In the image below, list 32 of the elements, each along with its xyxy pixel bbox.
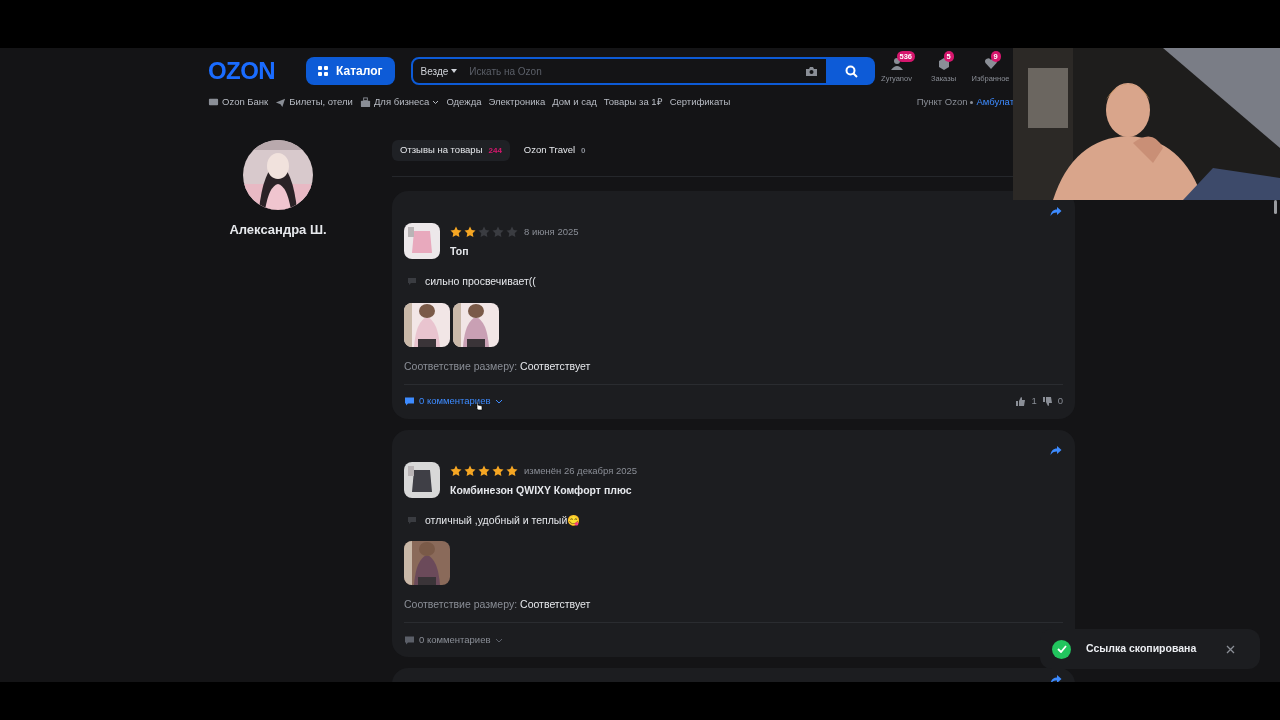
review-text: сильно просвечивает(( (425, 274, 536, 289)
catalog-button[interactable]: Каталог (306, 57, 395, 85)
search-field[interactable]: Везде Искать на Ozon (410, 57, 828, 85)
like-count: 1 (1031, 394, 1037, 409)
profile-name: Александра Ш. (229, 221, 327, 239)
nav-link[interactable]: Электроника (488, 94, 546, 110)
review-date: 8 июня 2025 (524, 225, 579, 239)
nav-link[interactable]: Сертификаты (669, 94, 731, 110)
toast-message: Ссылка скопирована (1086, 641, 1197, 657)
nav-link[interactable]: Товары за 1₽ (603, 94, 663, 110)
nav-link[interactable]: Ozon Банк (208, 94, 269, 110)
ozon-logo[interactable]: OZON (208, 59, 290, 83)
comments-toggle[interactable]: 0 комментариев (404, 632, 503, 648)
scope-dropdown[interactable]: Везде (420, 63, 458, 79)
review-tab[interactable]: Ozon Travel 0 (515, 140, 594, 161)
size-fit-label: Соответствие размеру: (404, 597, 518, 613)
size-fit-value: Соответствует (520, 597, 591, 613)
size-fit-value: Соответствует (520, 358, 591, 374)
pickup-label: Пункт Ozon (916, 94, 968, 109)
product-name: Комбинезон QWIXY Комфорт плюс (450, 482, 633, 498)
product-name: Топ (450, 244, 470, 260)
review-date: изменён 26 декабря 2025 (524, 463, 638, 478)
pickup-address-link[interactable]: Амбулат (976, 94, 1014, 110)
review-text: отличный ,удобный и теплый😋 (425, 512, 581, 528)
size-fit-label: Соответствие размеру: (404, 358, 518, 374)
review-tab[interactable]: Отзывы на товары 244 (392, 140, 510, 161)
nav-link[interactable]: Одежда (446, 94, 482, 110)
nav-link[interactable]: Для бизнеса (359, 94, 440, 110)
dislike-count: 0 (1057, 394, 1063, 409)
nav-link[interactable]: Билеты, отели (275, 94, 353, 110)
nav-link[interactable]: Дом и сад (552, 94, 597, 110)
comments-toggle[interactable]: 0 комментариев (404, 394, 503, 409)
